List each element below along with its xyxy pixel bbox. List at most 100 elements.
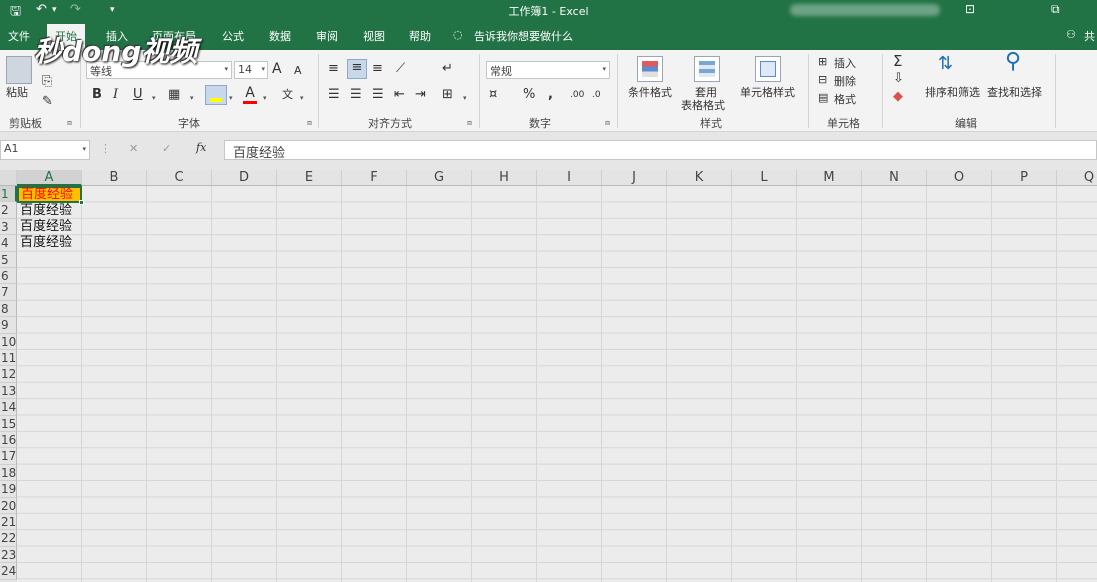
- row-header-20[interactable]: 20: [0, 497, 17, 514]
- font-color-button[interactable]: A: [241, 85, 259, 105]
- tab-file[interactable]: 文件: [8, 28, 30, 44]
- column-header-N[interactable]: N: [862, 170, 927, 186]
- chevron-down-icon[interactable]: ▾: [263, 90, 267, 106]
- row-header-3[interactable]: 3: [0, 218, 17, 236]
- autosum-icon[interactable]: Σ: [893, 53, 902, 69]
- column-header-B[interactable]: B: [82, 170, 147, 186]
- row-header-22[interactable]: 22: [0, 530, 17, 547]
- row-header-5[interactable]: 5: [0, 251, 17, 268]
- table-format-button[interactable]: 表格格式: [681, 97, 725, 113]
- column-header-A[interactable]: A: [17, 170, 82, 186]
- comma-button[interactable]: ,: [548, 87, 553, 103]
- percent-button[interactable]: %: [523, 87, 535, 103]
- fill-color-button[interactable]: [205, 85, 227, 105]
- ribbon-display-icon[interactable]: ⊡: [965, 2, 975, 16]
- tab-data[interactable]: 数据: [269, 28, 291, 44]
- chevron-down-icon[interactable]: ▾: [190, 90, 194, 106]
- find-select-button[interactable]: 查找和选择: [987, 84, 1042, 100]
- column-header-O[interactable]: O: [927, 170, 992, 186]
- restore-icon[interactable]: ⧉: [1051, 2, 1060, 17]
- row-header-8[interactable]: 8: [0, 300, 17, 318]
- clear-icon[interactable]: ◆: [893, 89, 903, 105]
- row-header-9[interactable]: 9: [0, 317, 17, 334]
- paste-icon[interactable]: [6, 56, 32, 84]
- italic-button[interactable]: I: [113, 87, 118, 103]
- merge-center-icon[interactable]: ⊞: [442, 87, 453, 103]
- chevron-down-icon[interactable]: ▾: [152, 90, 156, 106]
- column-header-P[interactable]: P: [992, 170, 1057, 186]
- row-header-10[interactable]: 10: [0, 333, 17, 350]
- cell-A1[interactable]: 百度经验: [17, 186, 82, 203]
- chevron-down-icon[interactable]: ▾: [463, 90, 467, 106]
- currency-icon[interactable]: ¤: [489, 87, 497, 103]
- enter-icon[interactable]: ✓: [162, 142, 171, 155]
- row-header-4[interactable]: 4: [0, 235, 17, 252]
- phonetic-icon[interactable]: 文: [282, 87, 293, 103]
- increase-indent-icon[interactable]: ⇥: [415, 87, 426, 103]
- tab-formulas[interactable]: 公式: [222, 28, 244, 44]
- bold-button[interactable]: B: [92, 87, 102, 103]
- tab-review[interactable]: 审阅: [316, 28, 338, 44]
- font-size-select[interactable]: 14 ▾: [234, 61, 268, 79]
- cell-A3[interactable]: 百度经验: [20, 219, 72, 235]
- row-header-12[interactable]: 12: [0, 366, 17, 383]
- cell-A2[interactable]: 百度经验: [20, 203, 72, 219]
- delete-cells-button[interactable]: 删除: [834, 73, 856, 89]
- column-header-L[interactable]: L: [732, 170, 797, 186]
- row-header-11[interactable]: 11: [0, 350, 17, 367]
- cell-styles-button[interactable]: 单元格样式: [740, 84, 795, 100]
- select-all-corner[interactable]: [0, 170, 17, 186]
- copy-icon[interactable]: ⎘: [42, 74, 52, 90]
- cell-A4[interactable]: 百度经验: [20, 235, 72, 251]
- row-header-6[interactable]: 6: [0, 268, 17, 285]
- row-header-21[interactable]: 21: [0, 514, 17, 531]
- row-header-13[interactable]: 13: [0, 382, 17, 400]
- wrap-text-icon[interactable]: ↵: [442, 61, 453, 77]
- sort-filter-button[interactable]: 排序和筛选: [925, 84, 980, 100]
- cell-area[interactable]: 百度经验 百度经验 百度经验 百度经验: [17, 186, 1097, 582]
- column-header-M[interactable]: M: [797, 170, 862, 186]
- align-top-icon[interactable]: ≡: [328, 61, 339, 77]
- share-button[interactable]: 共: [1084, 28, 1095, 44]
- increase-decimal-icon[interactable]: .00: [570, 87, 584, 103]
- row-header-1[interactable]: 1: [0, 186, 17, 203]
- font-launcher-icon[interactable]: ⧈: [307, 118, 312, 128]
- grow-font-icon[interactable]: A: [272, 61, 282, 77]
- column-header-C[interactable]: C: [147, 170, 212, 186]
- borders-icon[interactable]: ▦: [168, 87, 180, 103]
- insert-cells-button[interactable]: 插入: [834, 55, 856, 71]
- column-header-G[interactable]: G: [407, 170, 472, 186]
- row-header-19[interactable]: 19: [0, 481, 17, 498]
- fill-icon[interactable]: ⇩: [893, 71, 904, 87]
- row-header-18[interactable]: 18: [0, 464, 17, 482]
- align-left-icon[interactable]: ☰: [328, 87, 340, 103]
- number-format-select[interactable]: 常规 ▾: [486, 61, 610, 79]
- conditional-format-button[interactable]: 条件格式: [628, 84, 672, 100]
- formula-input[interactable]: 百度经验: [224, 140, 1097, 161]
- format-cells-button[interactable]: 格式: [834, 91, 856, 107]
- align-center-icon[interactable]: ☰: [350, 87, 362, 103]
- cancel-icon[interactable]: ✕: [129, 142, 138, 155]
- tab-view[interactable]: 视图: [363, 28, 385, 44]
- tell-me-search[interactable]: 告诉我你想要做什么: [474, 28, 573, 44]
- row-header-24[interactable]: 24: [0, 563, 17, 580]
- insert-function-button[interactable]: fx: [196, 141, 206, 154]
- column-header-J[interactable]: J: [602, 170, 667, 186]
- fill-handle[interactable]: [79, 200, 84, 205]
- column-header-E[interactable]: E: [277, 170, 342, 186]
- shrink-font-icon[interactable]: A: [294, 63, 302, 79]
- align-right-icon[interactable]: ☰: [372, 87, 384, 103]
- row-header-7[interactable]: 7: [0, 284, 17, 301]
- alignment-launcher-icon[interactable]: ⧈: [467, 118, 472, 128]
- column-header-K[interactable]: K: [667, 170, 732, 186]
- orientation-icon[interactable]: ⟋: [396, 61, 405, 77]
- column-header-F[interactable]: F: [342, 170, 407, 186]
- align-middle-icon[interactable]: ≡: [347, 59, 367, 79]
- row-header-17[interactable]: 17: [0, 448, 17, 465]
- row-header-2[interactable]: 2: [0, 202, 17, 219]
- align-bottom-icon[interactable]: ≡: [372, 61, 383, 77]
- tab-help[interactable]: 帮助: [409, 28, 431, 44]
- chevron-down-icon[interactable]: ▾: [300, 90, 304, 106]
- clipboard-launcher-icon[interactable]: ⧈: [67, 118, 72, 128]
- row-header-23[interactable]: 23: [0, 546, 17, 564]
